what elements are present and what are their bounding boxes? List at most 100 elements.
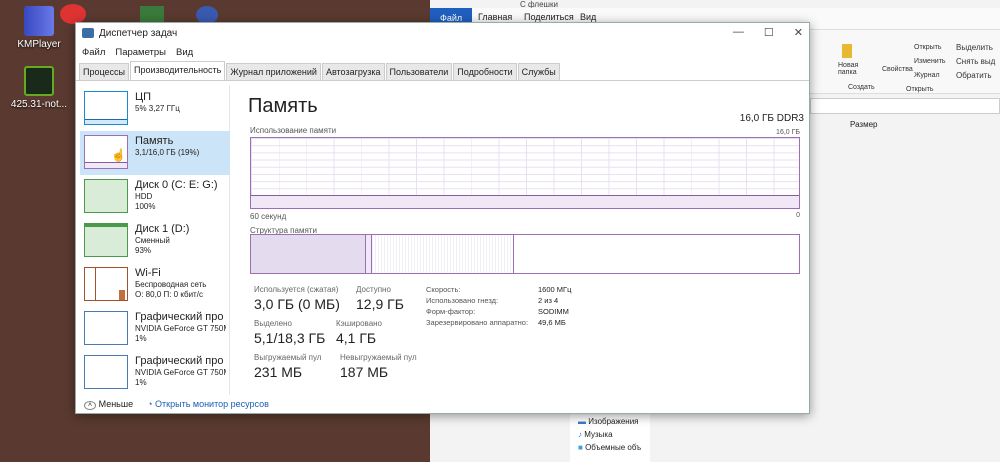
nav-item-pictures[interactable]: ▬ Изображения bbox=[578, 417, 650, 426]
resource-monitor-label: Открыть монитор ресурсов bbox=[155, 399, 269, 409]
maximize-button[interactable]: ☐ bbox=[764, 26, 774, 39]
tab-processes[interactable]: Процессы bbox=[79, 63, 130, 80]
sidebar-item-detail: NVIDIA GeForce GT 750M bbox=[135, 324, 226, 333]
chrome-icon[interactable] bbox=[60, 4, 86, 24]
sidebar-item-disk1[interactable]: Диск 1 (D:) Сменный 93% bbox=[80, 219, 230, 263]
nav-label: Изображения bbox=[588, 417, 639, 426]
invert-selection-button[interactable]: Обратить bbox=[956, 71, 992, 80]
tab-details[interactable]: Подробности bbox=[453, 63, 517, 80]
wifi-thumbnail-graph bbox=[84, 267, 128, 301]
close-button[interactable]: ✕ bbox=[794, 26, 803, 39]
sidebar-item-gpu1[interactable]: Графический про NVIDIA GeForce GT 750M 1% bbox=[80, 351, 230, 395]
stat-value: 187 МБ bbox=[340, 364, 389, 380]
usage-label: Использование памяти bbox=[250, 126, 337, 135]
address-bar[interactable] bbox=[810, 98, 1000, 114]
desktop-icon-label: 425.31-not... bbox=[10, 99, 68, 110]
title-bar[interactable]: Диспетчер задач — ☐ ✕ bbox=[76, 23, 809, 43]
stat-value: 12,9 ГБ bbox=[356, 296, 404, 312]
stat-available: Доступно 12,9 ГБ bbox=[356, 285, 404, 312]
new-folder-button[interactable]: Новая папка bbox=[838, 62, 868, 76]
disk0-thumbnail-graph bbox=[84, 179, 128, 213]
kmplayer-icon bbox=[24, 6, 54, 36]
nvidia-icon bbox=[24, 66, 54, 96]
stat-label: Выделено bbox=[254, 319, 292, 328]
nav-item-3d-objects[interactable]: ■ Объемные объ bbox=[578, 443, 650, 452]
stat-paged-pool: Выгружаемый пул 231 МБ bbox=[254, 353, 321, 380]
new-folder-icon bbox=[842, 44, 852, 58]
tab-bar: Процессы Производительность Журнал прило… bbox=[76, 61, 809, 81]
spec-value-reserved: 49,6 МБ bbox=[538, 318, 566, 327]
sidebar-item-detail: NVIDIA GeForce GT 750M bbox=[135, 368, 226, 377]
menu-bar: Файл Параметры Вид bbox=[76, 43, 809, 61]
desktop-icon-nvidia-driver[interactable]: 425.31-not... bbox=[4, 66, 74, 110]
spec-value-form-factor: SODIMM bbox=[538, 307, 569, 316]
tab-users[interactable]: Пользователи bbox=[385, 63, 453, 80]
memory-spec: 16,0 ГБ DDR3 bbox=[739, 113, 804, 124]
graph-zero-label: 0 bbox=[796, 212, 800, 219]
sidebar-item-name: Диск 1 (D:) bbox=[135, 223, 190, 235]
chevron-up-icon: ˄ bbox=[84, 401, 97, 410]
tab-app-history[interactable]: Журнал приложений bbox=[226, 63, 321, 80]
sidebar-item-name: Память bbox=[135, 135, 174, 147]
ribbon-tab-home[interactable]: Главная bbox=[478, 12, 512, 22]
ribbon-tab-share[interactable]: Поделиться bbox=[524, 12, 574, 22]
spec-label-reserved: Зарезервировано аппаратно: bbox=[426, 318, 529, 327]
sidebar-item-name: Wi-Fi bbox=[135, 267, 161, 279]
structure-standby bbox=[371, 235, 515, 273]
minimize-button[interactable]: — bbox=[733, 26, 744, 39]
sidebar-item-disk0[interactable]: Диск 0 (C: E: G:) HDD 100% bbox=[80, 175, 230, 219]
page-title: Память bbox=[248, 95, 318, 117]
stat-committed: Выделено 5,1/18,3 ГБ bbox=[254, 319, 325, 346]
cube-icon: ■ bbox=[578, 443, 586, 452]
cpu-thumbnail-graph bbox=[84, 91, 128, 125]
stat-label: Кэшировано bbox=[336, 319, 383, 328]
menu-file[interactable]: Файл bbox=[82, 47, 105, 58]
tab-startup[interactable]: Автозагрузка bbox=[321, 63, 385, 80]
select-all-button[interactable]: Выделить bbox=[956, 43, 993, 52]
sidebar-item-name: Графический про bbox=[135, 355, 224, 367]
sidebar-item-detail: 3,1/16,0 ГБ (19%) bbox=[135, 148, 200, 157]
edit-button[interactable]: Изменить bbox=[914, 58, 946, 65]
footer: ˄ Меньше ◔ Открыть монитор ресурсов bbox=[84, 399, 269, 410]
memory-usage-graph bbox=[250, 137, 800, 209]
stat-label: Невыгружаемый пул bbox=[340, 353, 417, 362]
sidebar-item-cpu[interactable]: ЦП 5% 3,27 ГГц bbox=[80, 87, 230, 131]
sidebar-item-detail: HDD bbox=[135, 192, 153, 201]
menu-options[interactable]: Параметры bbox=[115, 47, 166, 58]
memory-thumbnail-graph: ☝ bbox=[84, 135, 128, 169]
resource-sidebar: ЦП 5% 3,27 ГГц ☝ Память 3,1/16,0 ГБ (19%) … bbox=[80, 85, 230, 395]
column-size[interactable]: Размер bbox=[850, 120, 878, 129]
history-button[interactable]: Журнал bbox=[914, 72, 940, 79]
task-manager-window: Диспетчер задач — ☐ ✕ Файл Параметры Вид… bbox=[75, 22, 810, 414]
structure-in-use bbox=[251, 235, 367, 273]
sidebar-item-detail: Беспроводная сеть bbox=[135, 280, 207, 289]
ribbon-tab-view[interactable]: Вид bbox=[580, 12, 596, 22]
properties-button[interactable]: Свойства bbox=[882, 66, 913, 73]
deselect-button[interactable]: Снять выд bbox=[956, 57, 995, 66]
tab-services[interactable]: Службы bbox=[517, 63, 560, 80]
menu-view[interactable]: Вид bbox=[176, 47, 193, 58]
open-button[interactable]: Открыть bbox=[914, 44, 942, 51]
specs-labels: Скорость: Использовано гнезд: Форм-факто… bbox=[426, 284, 528, 328]
sidebar-item-detail: Сменный bbox=[135, 236, 170, 245]
sidebar-item-memory[interactable]: ☝ Память 3,1/16,0 ГБ (19%) bbox=[80, 131, 230, 175]
time-span-label: 60 секунд bbox=[250, 212, 287, 221]
pictures-icon: ▬ bbox=[578, 417, 589, 426]
sidebar-item-wifi[interactable]: Wi-Fi Беспроводная сеть О: 80,0 П: 0 кбит/… bbox=[80, 263, 230, 307]
nav-item-music[interactable]: ♪ Музыка bbox=[578, 430, 650, 439]
ribbon: Новая папка Создать Свойства Открыть Изм… bbox=[810, 30, 1000, 94]
spec-label-slots: Использовано гнезд: bbox=[426, 296, 499, 305]
sidebar-item-name: Диск 0 (C: E: G:) bbox=[135, 179, 218, 191]
stat-value: 5,1/18,3 ГБ bbox=[254, 330, 326, 346]
open-resource-monitor-link[interactable]: ◔ Открыть монитор ресурсов bbox=[147, 399, 269, 409]
navigation-pane: ▬ Изображения ♪ Музыка ■ Объемные объ bbox=[570, 414, 650, 462]
fewer-details-button[interactable]: ˄ Меньше bbox=[84, 399, 133, 410]
tab-performance[interactable]: Производительность bbox=[130, 61, 226, 80]
sidebar-item-gpu0[interactable]: Графический про NVIDIA GeForce GT 750M 1% bbox=[80, 307, 230, 351]
stat-value: 231 МБ bbox=[254, 364, 303, 380]
window-title: Диспетчер задач bbox=[99, 27, 178, 39]
hand-cursor-icon: ☝ bbox=[111, 148, 126, 162]
desktop-icon-label: KMPlayer bbox=[17, 39, 61, 50]
sidebar-item-value: 1% bbox=[135, 334, 147, 343]
stat-cached: Кэшировано 4,1 ГБ bbox=[336, 319, 382, 346]
